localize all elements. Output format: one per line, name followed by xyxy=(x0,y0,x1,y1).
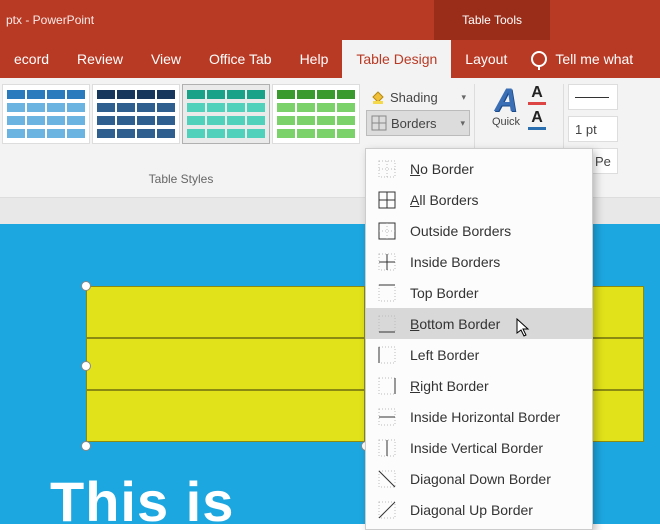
group-caption-table-styles: Table Styles xyxy=(0,172,362,186)
borders-icon xyxy=(371,115,387,131)
contextual-tab-table-tools[interactable]: Table Tools xyxy=(434,0,550,40)
border-iv-icon xyxy=(378,439,396,457)
menu-item-label: Inside Vertical Border xyxy=(410,440,543,456)
menu-item-label: Left Border xyxy=(410,347,479,363)
tab-help[interactable]: Help xyxy=(286,40,343,78)
border-right-icon xyxy=(378,377,396,395)
border-ih-icon xyxy=(378,408,396,426)
pen-weight-value: 1 pt xyxy=(575,122,597,137)
text-fill-button[interactable]: A xyxy=(528,84,546,105)
menu-item-label: Diagonal Up Border xyxy=(410,502,533,518)
borders-menu-item-dup[interactable]: Diagonal Up Border xyxy=(366,494,592,525)
menu-item-label: No Border xyxy=(410,161,474,177)
menu-item-label: Inside Horizontal Border xyxy=(410,409,560,425)
borders-menu-item-ddown[interactable]: Diagonal Down Border xyxy=(366,463,592,494)
border-top-icon xyxy=(378,284,396,302)
window-title: ptx - PowerPoint xyxy=(0,13,94,27)
border-inside-icon xyxy=(378,253,396,271)
ribbon-tabs: ecord Review View Office Tab Help Table … xyxy=(0,40,660,78)
borders-menu-item-inside[interactable]: Inside Borders xyxy=(366,246,592,277)
chevron-down-icon: ▾ xyxy=(460,118,465,129)
table-styles-group: Table Styles xyxy=(0,78,362,197)
pen-color-label: Pe xyxy=(595,154,611,169)
menu-item-label: All Borders xyxy=(410,192,478,208)
table-cell[interactable] xyxy=(86,338,365,390)
quick-styles-label: Quick xyxy=(492,116,520,128)
borders-dropdown[interactable]: Borders ▾ xyxy=(366,110,470,136)
border-ddown-icon xyxy=(378,470,396,488)
wordart-quick-styles[interactable]: A xyxy=(494,84,517,116)
pen-style-selector[interactable] xyxy=(568,84,618,110)
border-bottom-icon xyxy=(378,315,396,333)
border-none-icon xyxy=(378,160,396,178)
menu-item-label: Diagonal Down Border xyxy=(410,471,551,487)
tab-table-design[interactable]: Table Design xyxy=(342,40,451,78)
chevron-down-icon: ▾ xyxy=(461,92,466,103)
table-style-thumb[interactable] xyxy=(182,84,270,144)
table-cell[interactable] xyxy=(86,286,365,338)
borders-label: Borders xyxy=(391,116,437,131)
borders-menu-item-ih[interactable]: Inside Horizontal Border xyxy=(366,401,592,432)
borders-menu-item-iv[interactable]: Inside Vertical Border xyxy=(366,432,592,463)
menu-item-label: Inside Borders xyxy=(410,254,500,270)
borders-menu: No Border All Borders Outside Borders Insid… xyxy=(365,148,593,530)
menu-item-label: Outside Borders xyxy=(410,223,511,239)
borders-menu-item-outside[interactable]: Outside Borders xyxy=(366,215,592,246)
table-style-thumb[interactable] xyxy=(2,84,90,144)
tell-me-search[interactable]: Tell me what xyxy=(521,40,643,78)
tab-review[interactable]: Review xyxy=(63,40,137,78)
shading-dropdown[interactable]: Shading ▾ xyxy=(366,84,470,110)
tab-office-tab[interactable]: Office Tab xyxy=(195,40,286,78)
selection-handle[interactable] xyxy=(81,361,91,371)
border-dup-icon xyxy=(378,501,396,519)
borders-menu-item-left[interactable]: Left Border xyxy=(366,339,592,370)
slide-title-text[interactable]: This is xyxy=(50,469,234,524)
borders-menu-item-bottom[interactable]: Bottom Border xyxy=(366,308,592,339)
border-left-icon xyxy=(378,346,396,364)
paint-bucket-icon xyxy=(370,89,386,105)
menu-item-label: Right Border xyxy=(410,378,489,394)
borders-menu-item-all[interactable]: All Borders xyxy=(366,184,592,215)
pen-style-line-icon xyxy=(575,97,609,98)
borders-menu-item-top[interactable]: Top Border xyxy=(366,277,592,308)
selection-handle[interactable] xyxy=(81,281,91,291)
menu-item-label: Bottom Border xyxy=(410,316,500,332)
tab-view[interactable]: View xyxy=(137,40,195,78)
table-styles-gallery[interactable] xyxy=(0,78,362,146)
title-bar: ptx - PowerPoint Table Tools xyxy=(0,0,660,40)
menu-item-label: Top Border xyxy=(410,285,478,301)
borders-menu-item-none[interactable]: No Border xyxy=(366,153,592,184)
borders-menu-item-right[interactable]: Right Border xyxy=(366,370,592,401)
mouse-cursor-icon xyxy=(516,318,530,338)
table-cell[interactable] xyxy=(86,390,365,442)
border-outside-icon xyxy=(378,222,396,240)
selection-handle[interactable] xyxy=(81,441,91,451)
tab-layout[interactable]: Layout xyxy=(451,40,521,78)
border-all-icon xyxy=(378,191,396,209)
text-outline-button[interactable]: A xyxy=(528,109,546,130)
tab-record[interactable]: ecord xyxy=(0,40,63,78)
pen-weight-selector[interactable]: 1 pt xyxy=(568,116,618,142)
shading-label: Shading xyxy=(390,90,438,105)
table-style-thumb[interactable] xyxy=(272,84,360,144)
lightbulb-icon xyxy=(531,51,547,67)
table-style-thumb[interactable] xyxy=(92,84,180,144)
tell-me-label: Tell me what xyxy=(555,51,633,67)
